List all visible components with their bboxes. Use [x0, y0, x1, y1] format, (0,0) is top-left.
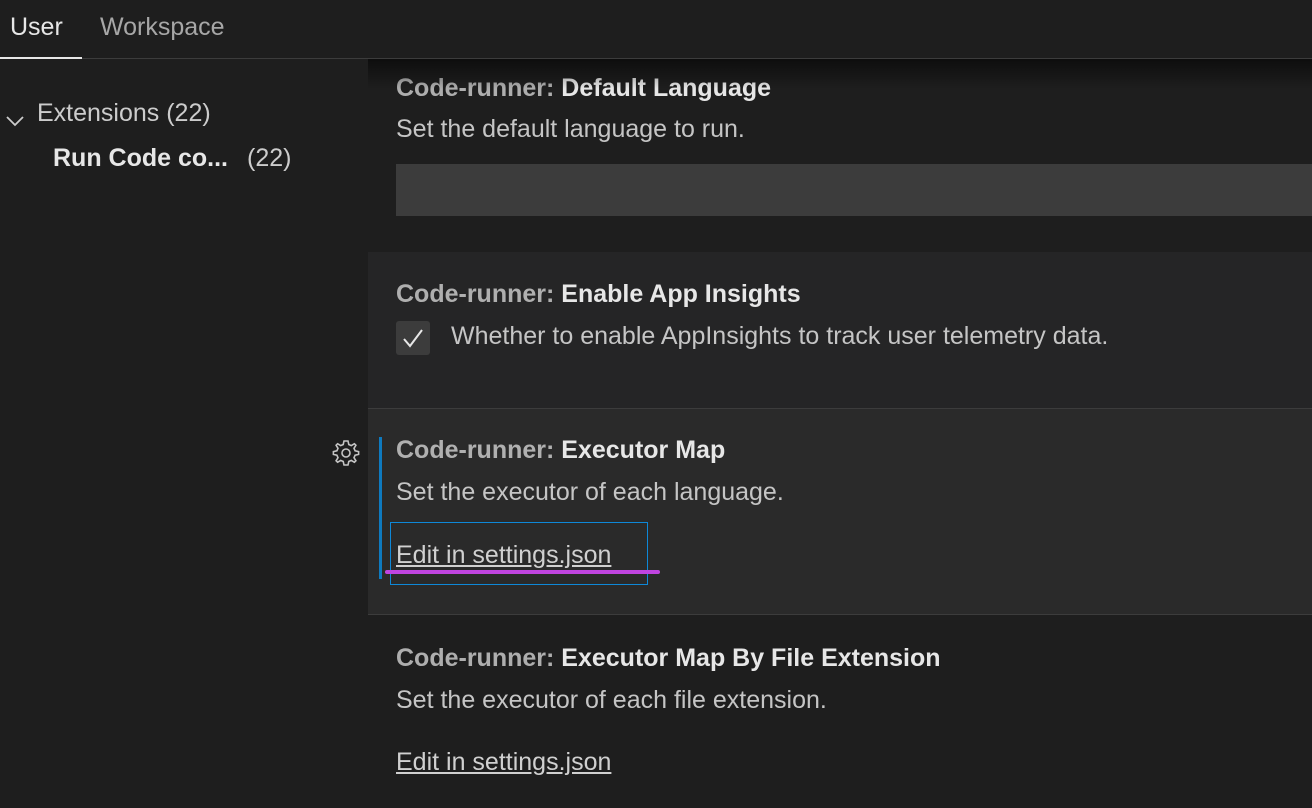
setting-enable-app-insights: Code-runner: Enable App Insights Whether… — [368, 252, 1312, 408]
edit-in-settings-json-link[interactable]: Edit in settings.json — [396, 747, 611, 777]
settings-scope-tabs: User Workspace — [0, 0, 1312, 59]
settings-list[interactable]: Code-runner: Default Language Set the de… — [368, 59, 1312, 808]
edit-in-settings-json-link[interactable]: Edit in settings.json — [396, 540, 611, 570]
setting-executor-map-by-file-extension: Code-runner: Executor Map By File Extens… — [368, 615, 1312, 808]
toc-group-label: Extensions (22) — [37, 99, 211, 127]
app-insights-checkbox[interactable] — [396, 321, 430, 355]
check-icon — [403, 329, 423, 348]
toc-item-count: (22) — [247, 144, 292, 172]
setting-description: Whether to enable AppInsights to track u… — [451, 322, 1109, 350]
setting-category: Code-runner: — [396, 280, 562, 308]
setting-default-language: Code-runner: Default Language Set the de… — [368, 59, 1312, 251]
setting-title: Code-runner: Executor Map By File Extens… — [396, 643, 941, 673]
toc-group-extensions[interactable]: Extensions (22) — [0, 95, 368, 131]
focus-indicator — [379, 437, 382, 579]
setting-description: Set the executor of each file extension. — [396, 686, 827, 714]
tab-user[interactable]: User — [10, 12, 63, 42]
setting-title: Code-runner: Enable App Insights — [396, 279, 801, 309]
setting-executor-map: Code-runner: Executor Map Set the execut… — [368, 409, 1312, 614]
setting-key: Executor Map — [561, 436, 726, 464]
setting-category: Code-runner: — [396, 644, 562, 672]
tab-workspace[interactable]: Workspace — [100, 12, 225, 42]
gear-icon[interactable] — [331, 438, 361, 468]
setting-title: Code-runner: Executor Map — [396, 435, 725, 465]
chevron-down-icon — [6, 105, 24, 127]
highlight-underline — [385, 570, 660, 574]
setting-description: Set the default language to run. — [396, 115, 745, 143]
setting-title: Code-runner: Default Language — [396, 73, 771, 103]
setting-key: Default Language — [561, 74, 772, 102]
setting-category: Code-runner: — [396, 436, 562, 464]
setting-key: Executor Map By File Extension — [561, 644, 941, 672]
setting-category: Code-runner: — [396, 74, 562, 102]
default-language-input[interactable] — [396, 164, 1312, 216]
toc-item-run-code[interactable]: Run Code co... (22) — [0, 140, 368, 176]
setting-description: Set the executor of each language. — [396, 478, 784, 506]
settings-editor: User Workspace Extensions (22) Run Code … — [0, 0, 1312, 808]
setting-key: Enable App Insights — [561, 280, 801, 308]
toc-item-label: Run Code co... — [53, 144, 228, 172]
settings-toc: Extensions (22) Run Code co... (22) — [0, 59, 368, 808]
